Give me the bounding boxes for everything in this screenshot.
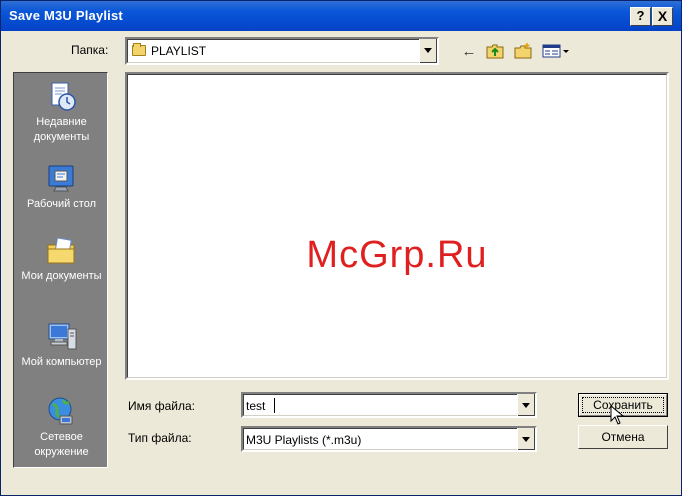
new-folder-icon — [514, 43, 532, 59]
text-caret — [274, 398, 275, 413]
help-button[interactable]: ? — [630, 7, 651, 26]
folder-dropdown[interactable]: PLAYLIST — [125, 37, 439, 65]
file-list[interactable]: McGrp.Ru — [125, 72, 669, 380]
places-item-label: Мой компьютер — [21, 356, 102, 368]
new-folder-button[interactable] — [513, 41, 533, 61]
places-item-network[interactable]: Сетевое окружение — [14, 396, 109, 460]
places-item-label: Мои документы — [21, 270, 102, 282]
cancel-button[interactable]: Отмена — [578, 425, 668, 449]
view-menu-button[interactable] — [541, 41, 571, 61]
cancel-button-label: Отмена — [601, 430, 645, 444]
save-dialog: Save M3U Playlist ? X Папка: PLAYLIST ← — [0, 0, 682, 496]
folder-icon — [132, 43, 146, 56]
back-arrow-icon: ← — [461, 42, 477, 60]
places-item-my-computer[interactable]: Мой компьютер — [14, 321, 109, 370]
my-documents-icon — [46, 235, 78, 267]
chevron-down-icon[interactable] — [419, 39, 437, 63]
current-folder-name: PLAYLIST — [151, 44, 207, 58]
my-computer-icon — [46, 321, 78, 353]
places-item-label: Рабочий стол — [26, 198, 97, 210]
chevron-down-icon[interactable] — [517, 428, 535, 450]
filename-input[interactable]: test — [241, 392, 537, 418]
network-places-icon — [46, 396, 78, 428]
chevron-down-icon[interactable] — [517, 394, 535, 416]
places-item-desktop[interactable]: Рабочий стол — [14, 163, 109, 212]
filename-label: Имя файла: — [128, 399, 195, 413]
watermark-text: McGrp.Ru — [306, 234, 488, 276]
view-menu-icon — [542, 44, 569, 58]
filename-value: test — [246, 399, 266, 413]
desktop-icon — [46, 163, 78, 195]
folder-label: Папка: — [71, 43, 109, 57]
filetype-value: M3U Playlists (*.m3u) — [246, 433, 362, 447]
title-bar[interactable]: Save M3U Playlist ? X — [1, 1, 681, 31]
up-folder-button[interactable] — [485, 41, 505, 61]
places-item-my-documents[interactable]: Мои документы — [14, 235, 109, 284]
window-title: Save M3U Playlist — [9, 8, 123, 23]
up-folder-icon — [486, 44, 504, 59]
filetype-select[interactable]: M3U Playlists (*.m3u) — [241, 426, 537, 452]
back-button[interactable]: ← — [459, 41, 479, 61]
places-item-label: Сетевое окружение — [34, 431, 89, 458]
mouse-pointer-icon — [610, 405, 624, 425]
filetype-label: Тип файла: — [128, 431, 192, 445]
close-button[interactable]: X — [652, 7, 673, 26]
places-item-label: Недавние документы — [33, 116, 90, 143]
places-item-recent[interactable]: Недавние документы — [14, 81, 109, 145]
recent-documents-icon — [46, 81, 78, 113]
places-bar: Недавние документы Рабочий стол Мои доку… — [13, 72, 108, 468]
